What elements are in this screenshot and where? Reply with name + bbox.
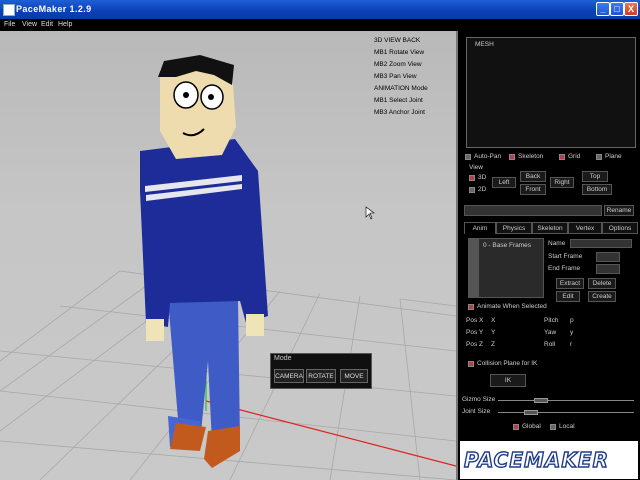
collision-plane-checkbox[interactable] <box>468 361 474 367</box>
frame-list-scrollbar[interactable] <box>469 239 479 297</box>
view-top-button[interactable]: Top <box>582 171 608 182</box>
frame-list-item[interactable]: 0 - Base Frames <box>483 242 531 249</box>
global-label: Global <box>522 423 541 430</box>
viewport-help-line: MB1 Select Joint <box>374 97 423 104</box>
view-2d-label: 2D <box>478 186 487 193</box>
yaw-label: Yaw <box>544 329 557 336</box>
mode-title: Mode <box>274 355 292 362</box>
auto-pan-checkbox[interactable] <box>465 154 471 160</box>
pos-x-label: Pos X <box>466 317 484 324</box>
local-checkbox[interactable] <box>550 424 556 430</box>
view-front-button[interactable]: Front <box>520 184 546 195</box>
pos-y-value: Y <box>491 329 496 336</box>
menu-help[interactable]: Help <box>58 21 72 28</box>
roll-label: Roll <box>544 341 556 348</box>
pos-x-value: X <box>491 317 496 324</box>
minimize-button[interactable]: _ <box>596 2 610 16</box>
create-button[interactable]: Create <box>588 291 616 302</box>
joint-size-slider[interactable] <box>498 412 634 413</box>
view-right-button[interactable]: Right <box>550 177 574 188</box>
move-mode-button[interactable]: MOVE <box>340 369 368 383</box>
pitch-value: p <box>570 317 574 324</box>
anim-name-label: Name <box>548 240 566 247</box>
rotate-mode-button[interactable]: ROTATE <box>306 369 336 383</box>
animate-when-selected-checkbox[interactable] <box>468 304 474 310</box>
joint-size-thumb[interactable] <box>524 410 538 415</box>
menu-edit[interactable]: Edit <box>41 21 53 28</box>
pos-z-value: Z <box>491 341 495 348</box>
collision-plane-label: Collision Plane for IK <box>477 360 538 367</box>
plane-checkbox[interactable] <box>596 154 602 160</box>
view-bottom-button[interactable]: Bottom <box>582 184 612 195</box>
grid-checkbox[interactable] <box>559 154 565 160</box>
skeleton-checkbox[interactable] <box>509 154 515 160</box>
viewport-help-line: MB3 Pan View <box>374 73 417 80</box>
extract-button[interactable]: Extract <box>556 278 584 289</box>
grid-label: Grid <box>568 153 581 160</box>
pos-y-label: Pos Y <box>466 329 484 336</box>
delete-button[interactable]: Delete <box>588 278 616 289</box>
character-model <box>140 55 268 468</box>
start-frame-input[interactable] <box>596 252 620 262</box>
gizmo-size-slider[interactable] <box>498 400 634 401</box>
start-frame-label: Start Frame <box>548 253 583 260</box>
3d-viewport[interactable]: 3D VIEW BACK MB1 Rotate View MB2 Zoom Vi… <box>0 31 456 480</box>
end-frame-input[interactable] <box>596 264 620 274</box>
gizmo-size-label: Gizmo Size <box>462 396 496 403</box>
pacemaker-logo: PACEMAKER <box>460 441 638 479</box>
menu-file[interactable]: File <box>4 21 15 28</box>
auto-pan-label: Auto-Pan <box>474 153 502 160</box>
ik-button[interactable]: IK <box>490 374 526 387</box>
window-title: PaceMaker 1.2.9 <box>16 4 92 14</box>
menu-view[interactable]: View <box>22 21 37 28</box>
menu-bar: File View Edit Help <box>0 19 640 31</box>
rename-button[interactable]: Rename <box>604 205 634 216</box>
close-button[interactable]: X <box>624 2 638 16</box>
name-input[interactable] <box>464 205 602 216</box>
properties-panel: MESH Auto-Pan Skeleton Grid Plane View 3… <box>456 31 640 480</box>
gizmo-size-thumb[interactable] <box>534 398 548 403</box>
yaw-value: y <box>570 329 574 336</box>
viewport-help-line: 3D VIEW BACK <box>374 37 421 44</box>
scene-tree[interactable]: MESH <box>466 37 636 148</box>
tab-options[interactable]: Options <box>602 222 638 234</box>
end-frame-label: End Frame <box>548 265 581 272</box>
app-icon <box>3 4 15 16</box>
tab-skeleton[interactable]: Skeleton <box>532 222 568 234</box>
frame-list[interactable]: 0 - Base Frames <box>468 238 544 298</box>
plane-label: Plane <box>605 153 622 160</box>
mode-panel: Mode CAMERA ROTATE MOVE <box>270 353 372 389</box>
viewport-help-line: MB2 Zoom View <box>374 61 422 68</box>
maximize-button[interactable]: □ <box>610 2 624 16</box>
edit-button[interactable]: Edit <box>556 291 580 302</box>
viewport-help-line: MB1 Rotate View <box>374 49 425 56</box>
view-back-button[interactable]: Back <box>520 171 546 182</box>
view-3d-label: 3D <box>478 174 487 181</box>
view-left-button[interactable]: Left <box>492 177 516 188</box>
viewport-help-line: ANIMATION Mode <box>374 85 428 92</box>
global-checkbox[interactable] <box>513 424 519 430</box>
logo-text: PACEMAKER <box>463 447 609 472</box>
tab-vertex[interactable]: Vertex <box>568 222 602 234</box>
view-2d-checkbox[interactable] <box>469 187 475 193</box>
tab-physics[interactable]: Physics <box>496 222 532 234</box>
local-label: Local <box>559 423 575 430</box>
tree-item-mesh[interactable]: MESH <box>475 41 494 48</box>
tab-anim[interactable]: Anim <box>464 222 496 234</box>
view-group-label: View <box>469 164 483 171</box>
anim-name-input[interactable] <box>570 239 632 248</box>
title-bar[interactable]: PaceMaker 1.2.9 _ □ X <box>0 0 640 19</box>
pos-z-label: Pos Z <box>466 341 483 348</box>
camera-mode-button[interactable]: CAMERA <box>274 369 304 383</box>
viewport-help-line: MB3 Anchor Joint <box>374 109 425 116</box>
view-3d-checkbox[interactable] <box>469 175 475 181</box>
joint-size-label: Joint Size <box>462 408 491 415</box>
roll-value: r <box>570 341 573 348</box>
pitch-label: Pitch <box>544 317 559 324</box>
animate-when-selected-label: Animate When Selected <box>477 303 547 310</box>
mouse-cursor-icon <box>365 206 375 220</box>
skeleton-label: Skeleton <box>518 153 544 160</box>
